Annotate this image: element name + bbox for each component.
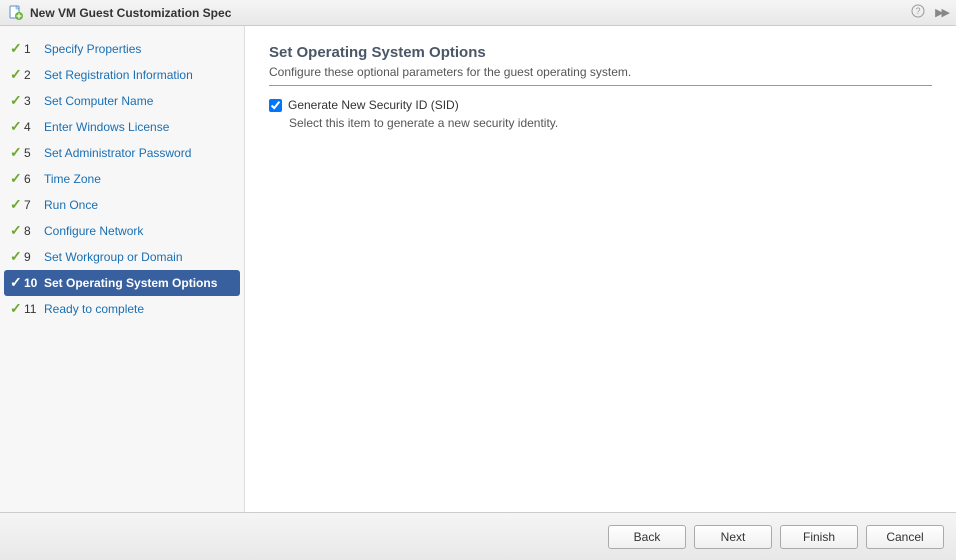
checkmark-icon: ✓	[10, 171, 24, 185]
titlebar: New VM Guest Customization Spec ? ▶▶	[0, 0, 956, 26]
wizard-step-8[interactable]: ✓8Configure Network	[0, 218, 244, 244]
step-number: 1	[24, 41, 44, 57]
step-label: Run Once	[44, 197, 98, 213]
document-add-icon	[8, 5, 24, 21]
body-area: ✓1Specify Properties✓2Set Registration I…	[0, 26, 956, 512]
help-icon[interactable]: ?	[911, 4, 925, 21]
wizard-step-7[interactable]: ✓7Run Once	[0, 192, 244, 218]
generate-sid-desc: Select this item to generate a new secur…	[289, 116, 932, 130]
step-number: 7	[24, 197, 44, 213]
step-label: Ready to complete	[44, 301, 144, 317]
step-label: Set Registration Information	[44, 67, 193, 83]
step-number: 9	[24, 249, 44, 265]
step-number: 3	[24, 93, 44, 109]
finish-button[interactable]: Finish	[780, 525, 858, 549]
wizard-step-4[interactable]: ✓4Enter Windows License	[0, 114, 244, 140]
step-number: 10	[24, 275, 44, 291]
step-number: 8	[24, 223, 44, 239]
step-label: Set Operating System Options	[44, 275, 217, 291]
step-number: 2	[24, 67, 44, 83]
step-label: Set Workgroup or Domain	[44, 249, 183, 265]
back-button[interactable]: Back	[608, 525, 686, 549]
wizard-step-10[interactable]: ✓10Set Operating System Options	[4, 270, 240, 296]
step-number: 6	[24, 171, 44, 187]
content-divider	[269, 85, 932, 86]
svg-text:?: ?	[916, 6, 921, 16]
cancel-button[interactable]: Cancel	[866, 525, 944, 549]
step-number: 5	[24, 145, 44, 161]
checkmark-icon: ✓	[10, 301, 24, 315]
generate-sid-checkbox[interactable]	[269, 99, 282, 112]
checkmark-icon: ✓	[10, 275, 24, 289]
step-number: 11	[24, 301, 44, 317]
checkmark-icon: ✓	[10, 93, 24, 107]
titlebar-right: ? ▶▶	[911, 4, 948, 21]
step-label: Set Administrator Password	[44, 145, 191, 161]
checkmark-icon: ✓	[10, 249, 24, 263]
window-title: New VM Guest Customization Spec	[30, 6, 911, 20]
step-label: Configure Network	[44, 223, 143, 239]
wizard-step-5[interactable]: ✓5Set Administrator Password	[0, 140, 244, 166]
wizard-step-6[interactable]: ✓6Time Zone	[0, 166, 244, 192]
checkmark-icon: ✓	[10, 197, 24, 211]
checkmark-icon: ✓	[10, 119, 24, 133]
footer-buttons: Back Next Finish Cancel	[0, 512, 956, 560]
content-subtitle: Configure these optional parameters for …	[269, 65, 932, 79]
wizard-step-3[interactable]: ✓3Set Computer Name	[0, 88, 244, 114]
wizard-step-11[interactable]: ✓11Ready to complete	[0, 296, 244, 322]
checkmark-icon: ✓	[10, 223, 24, 237]
step-label: Enter Windows License	[44, 119, 169, 135]
step-label: Time Zone	[44, 171, 101, 187]
step-label: Specify Properties	[44, 41, 141, 57]
checkmark-icon: ✓	[10, 41, 24, 55]
wizard-step-2[interactable]: ✓2Set Registration Information	[0, 62, 244, 88]
next-button[interactable]: Next	[694, 525, 772, 549]
content-heading: Set Operating System Options	[269, 44, 932, 61]
checkmark-icon: ✓	[10, 67, 24, 81]
sid-option-row: Generate New Security ID (SID)	[269, 98, 932, 112]
wizard-step-1[interactable]: ✓1Specify Properties	[0, 36, 244, 62]
step-number: 4	[24, 119, 44, 135]
checkmark-icon: ✓	[10, 145, 24, 159]
generate-sid-label[interactable]: Generate New Security ID (SID)	[288, 98, 459, 112]
wizard-step-9[interactable]: ✓9Set Workgroup or Domain	[0, 244, 244, 270]
content-pane: Set Operating System Options Configure t…	[245, 26, 956, 512]
step-label: Set Computer Name	[44, 93, 153, 109]
expand-icon[interactable]: ▶▶	[935, 6, 948, 19]
wizard-steps-sidebar: ✓1Specify Properties✓2Set Registration I…	[0, 26, 245, 512]
